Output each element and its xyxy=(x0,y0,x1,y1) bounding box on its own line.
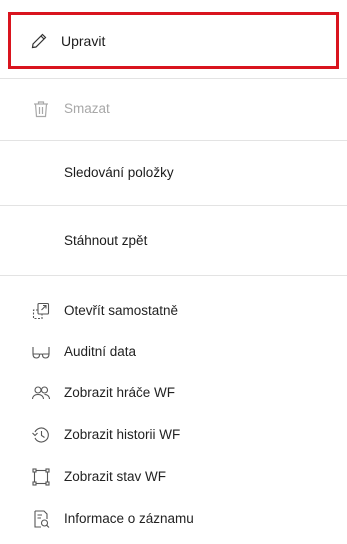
users-icon xyxy=(31,383,51,403)
record-info-menu-item[interactable]: Informace o záznamu xyxy=(0,508,347,530)
divider xyxy=(0,140,347,141)
show-wf-history-menu-item[interactable]: Zobrazit historii WF xyxy=(0,424,347,446)
track-item-menu-item[interactable]: Sledování položky xyxy=(0,163,347,183)
edit-label: Upravit xyxy=(61,33,106,49)
history-icon xyxy=(31,425,51,445)
open-standalone-label: Otevřít samostatně xyxy=(64,303,179,318)
audit-data-label: Auditní data xyxy=(64,344,137,359)
show-wf-players-menu-item[interactable]: Zobrazit hráče WF xyxy=(0,382,347,404)
trash-icon xyxy=(31,99,51,119)
withdraw-label: Stáhnout zpět xyxy=(64,233,148,248)
track-item-label: Sledování položky xyxy=(64,165,174,180)
open-external-icon xyxy=(31,301,51,321)
record-info-icon xyxy=(31,509,51,529)
glasses-icon xyxy=(31,342,51,362)
divider xyxy=(0,275,347,276)
open-standalone-menu-item[interactable]: Otevřít samostatně xyxy=(0,300,347,322)
show-wf-state-menu-item[interactable]: Zobrazit stav WF xyxy=(0,466,347,488)
withdraw-menu-item[interactable]: Stáhnout zpět xyxy=(0,231,347,251)
audit-data-menu-item[interactable]: Auditní data xyxy=(0,341,347,363)
delete-label: Smazat xyxy=(64,101,110,116)
divider xyxy=(0,78,347,79)
frame-icon xyxy=(31,467,51,487)
record-info-label: Informace o záznamu xyxy=(64,511,194,526)
show-wf-state-label: Zobrazit stav WF xyxy=(64,469,167,484)
show-wf-players-label: Zobrazit hráče WF xyxy=(64,385,176,400)
pencil-icon xyxy=(30,32,48,50)
divider xyxy=(0,205,347,206)
edit-menu-item[interactable]: Upravit xyxy=(8,12,339,69)
delete-menu-item: Smazat xyxy=(0,99,347,119)
show-wf-history-label: Zobrazit historii WF xyxy=(64,427,181,442)
context-menu: Upravit Smazat Sledování položky Stáhnou… xyxy=(0,0,347,544)
